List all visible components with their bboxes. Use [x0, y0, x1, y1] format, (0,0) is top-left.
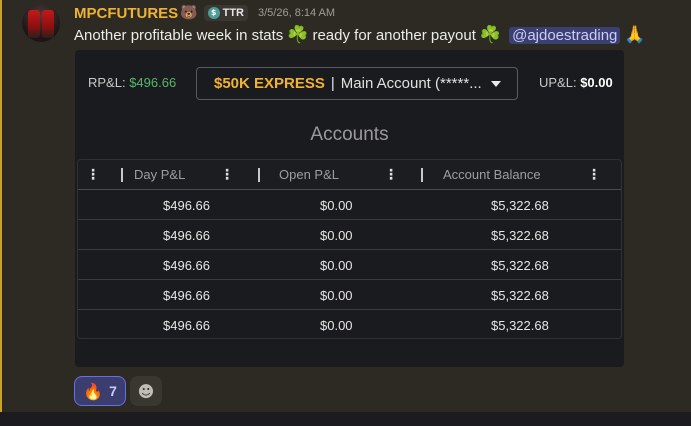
- add-reaction-button[interactable]: ☻: [130, 376, 162, 406]
- unrealized-pnl-label: UP&L:: [539, 75, 577, 90]
- cell-day-pnl: $496.66: [163, 288, 210, 303]
- message-header: MPCFUTURES 🐻 $ TTR 3/5/26, 8:14 AM: [74, 4, 335, 22]
- account-plan: $50K EXPRESS: [214, 75, 325, 92]
- user-mention[interactable]: @ajdoestrading: [509, 26, 621, 44]
- realized-pnl: RP&L: $496.66: [88, 75, 176, 90]
- account-select-dropdown[interactable]: $50K EXPRESS | Main Account (*****...: [196, 67, 518, 100]
- cell-account-balance: $5,322.68: [491, 258, 549, 273]
- pray-emoji-icon: 🙏: [624, 25, 646, 44]
- fire-reaction-button[interactable]: 🔥 7: [74, 376, 126, 406]
- image-attachment[interactable]: RP&L: $496.66 $50K EXPRESS | Main Accoun…: [75, 50, 624, 367]
- cell-open-pnl: $0.00: [320, 288, 353, 303]
- cell-account-balance: $5,322.68: [491, 318, 549, 333]
- cell-day-pnl: $496.66: [163, 198, 210, 213]
- reactions-bar: 🔥 7 ☻: [74, 376, 162, 406]
- avatar-can-left: [28, 10, 40, 38]
- cell-account-balance: $5,322.68: [491, 288, 549, 303]
- column-header-day-pnl[interactable]: Day P&L: [134, 167, 185, 182]
- table-row: $496.66 $0.00 $5,322.68: [78, 190, 621, 220]
- cell-open-pnl: $0.00: [320, 258, 353, 273]
- accounts-table: ⋮ Day P&L ⋮ Open P&L ⋮ Account Balance ⋮…: [77, 159, 622, 339]
- unrealized-pnl-value: $0.00: [580, 75, 613, 90]
- message-text-part2: ready for another payout: [312, 26, 476, 44]
- column-menu-icon[interactable]: ⋮: [220, 167, 234, 183]
- avatar[interactable]: [22, 4, 60, 42]
- dollar-icon: $: [207, 7, 220, 19]
- column-menu-icon[interactable]: ⋮: [587, 167, 601, 183]
- highlight-accent-bar: [0, 0, 2, 412]
- cell-account-balance: $5,322.68: [491, 228, 549, 243]
- column-resize-handle[interactable]: [421, 168, 423, 182]
- chat-message-area: MPCFUTURES 🐻 $ TTR 3/5/26, 8:14 AM Anoth…: [0, 0, 691, 412]
- realized-pnl-label: RP&L:: [88, 75, 126, 90]
- accounts-title: Accounts: [310, 124, 389, 145]
- fire-emoji-icon: 🔥: [83, 381, 104, 401]
- table-row: $496.66 $0.00 $5,322.68: [78, 280, 621, 310]
- unrealized-pnl: UP&L: $0.00: [539, 75, 613, 90]
- message-input-edge: [0, 412, 691, 426]
- cell-day-pnl: $496.66: [163, 258, 210, 273]
- column-menu-icon[interactable]: ⋮: [86, 167, 100, 183]
- username[interactable]: MPCFUTURES: [74, 5, 178, 22]
- message-text: Another profitable week in stats ☘️ read…: [74, 24, 646, 46]
- cell-open-pnl: $0.00: [320, 228, 353, 243]
- account-separator: |: [330, 75, 335, 92]
- cell-open-pnl: $0.00: [320, 198, 353, 213]
- bear-emoji-icon: 🐻: [180, 5, 198, 21]
- avatar-can-right: [42, 10, 54, 38]
- account-name: Main Account (*****...: [340, 75, 482, 92]
- message-text-part1: Another profitable week in stats: [74, 26, 284, 44]
- cell-account-balance: $5,322.68: [491, 198, 549, 213]
- server-tag[interactable]: $ TTR: [203, 5, 248, 21]
- column-menu-icon[interactable]: ⋮: [384, 167, 398, 183]
- smiley-icon: ☻: [137, 381, 155, 401]
- server-tag-label: TTR: [222, 7, 244, 19]
- table-row: $496.66 $0.00 $5,322.68: [78, 310, 621, 338]
- cell-day-pnl: $496.66: [163, 228, 210, 243]
- realized-pnl-value: $496.66: [129, 75, 177, 90]
- timestamp[interactable]: 3/5/26, 8:14 AM: [258, 7, 335, 19]
- reaction-count: 7: [109, 383, 117, 399]
- table-row: $496.66 $0.00 $5,322.68: [78, 220, 621, 250]
- column-resize-handle[interactable]: [121, 168, 123, 182]
- column-header-account-balance[interactable]: Account Balance: [443, 167, 541, 182]
- column-resize-handle[interactable]: [258, 168, 260, 182]
- clover-emoji-icon-2: ☘️: [479, 25, 502, 44]
- cell-day-pnl: $496.66: [163, 318, 210, 333]
- clover-emoji-icon: ☘️: [287, 25, 309, 44]
- column-header-open-pnl[interactable]: Open P&L: [279, 167, 339, 182]
- chevron-down-icon: [491, 81, 501, 87]
- table-header: ⋮ Day P&L ⋮ Open P&L ⋮ Account Balance ⋮: [78, 160, 621, 190]
- table-row: $496.66 $0.00 $5,322.68: [78, 250, 621, 280]
- cell-open-pnl: $0.00: [320, 318, 353, 333]
